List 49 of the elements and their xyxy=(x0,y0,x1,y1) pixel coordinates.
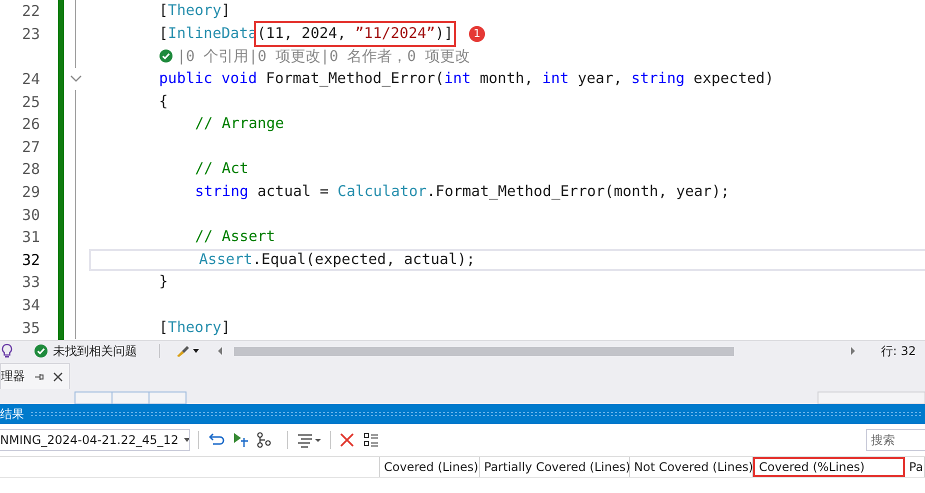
code-text: // Arrange xyxy=(195,115,284,134)
code-text: // Assert xyxy=(195,228,276,246)
code-text: [Theory] xyxy=(159,318,230,337)
column-header[interactable]: Not Covered (Lines) xyxy=(630,457,753,477)
column-header[interactable]: Covered (%Lines) xyxy=(753,457,905,477)
highlight-box: (11, 2024, ”11/2024”)] xyxy=(254,20,456,47)
line-number: 27 xyxy=(21,138,42,156)
column-header[interactable]: Partially Covered (Lines) xyxy=(480,457,630,477)
panel-title-bar: 结果 xyxy=(0,404,925,424)
line-number: 35 xyxy=(21,318,42,337)
check-circle-icon xyxy=(34,344,48,358)
code-text: { xyxy=(159,92,168,111)
code-text: public void Format_Method_Error(int month, int year, string expected) xyxy=(159,70,774,88)
list-icon[interactable] xyxy=(363,432,379,448)
line-number: 30 xyxy=(21,206,42,224)
caret-icon xyxy=(182,436,189,444)
run-selector[interactable]: NMING_2024-04-21.22_45_12 xyxy=(0,429,190,451)
search-field[interactable]: 搜索 xyxy=(866,429,925,451)
line-number: 25 xyxy=(21,92,42,111)
line-number: 31 xyxy=(21,228,42,246)
scroll-right-arrow-icon[interactable] xyxy=(848,346,857,356)
line-number: 32 xyxy=(21,250,42,269)
close-icon[interactable] xyxy=(53,372,63,382)
number-badge: 1 xyxy=(469,26,486,42)
column-header[interactable]: Pa xyxy=(905,457,925,477)
line-number: 29 xyxy=(21,183,42,202)
line-number: 34 xyxy=(21,296,42,314)
issues-status[interactable]: 未找到相关问题 xyxy=(53,342,137,360)
run-icon[interactable] xyxy=(231,431,249,449)
line-number: 33 xyxy=(21,273,42,292)
code-text: // Act xyxy=(195,160,248,178)
check-circle-icon xyxy=(159,49,173,64)
line-number: 23 xyxy=(21,24,42,43)
code-text: [Theory] xyxy=(159,2,230,20)
line-position: 行: 32 xyxy=(880,342,916,360)
column-header[interactable]: Covered (Lines) xyxy=(380,457,480,477)
panel-tab[interactable]: 理器 xyxy=(0,363,70,389)
branch-icon[interactable] xyxy=(255,431,273,449)
code-text: Assert.Equal(expected, actual); xyxy=(199,250,476,269)
scroll-left-arrow-icon[interactable] xyxy=(216,346,224,356)
line-number: 28 xyxy=(21,160,42,178)
scrollbar-thumb[interactable] xyxy=(234,346,734,356)
code-text: string actual = Calculator.Format_Method_Error(month, year); xyxy=(195,183,730,202)
line-number: 22 xyxy=(21,2,42,20)
code-text: } xyxy=(159,273,168,292)
delete-x-icon[interactable] xyxy=(339,432,355,448)
line-number: 26 xyxy=(21,115,42,134)
lightbulb-icon[interactable] xyxy=(0,343,14,359)
line-number: 24 xyxy=(21,70,42,88)
